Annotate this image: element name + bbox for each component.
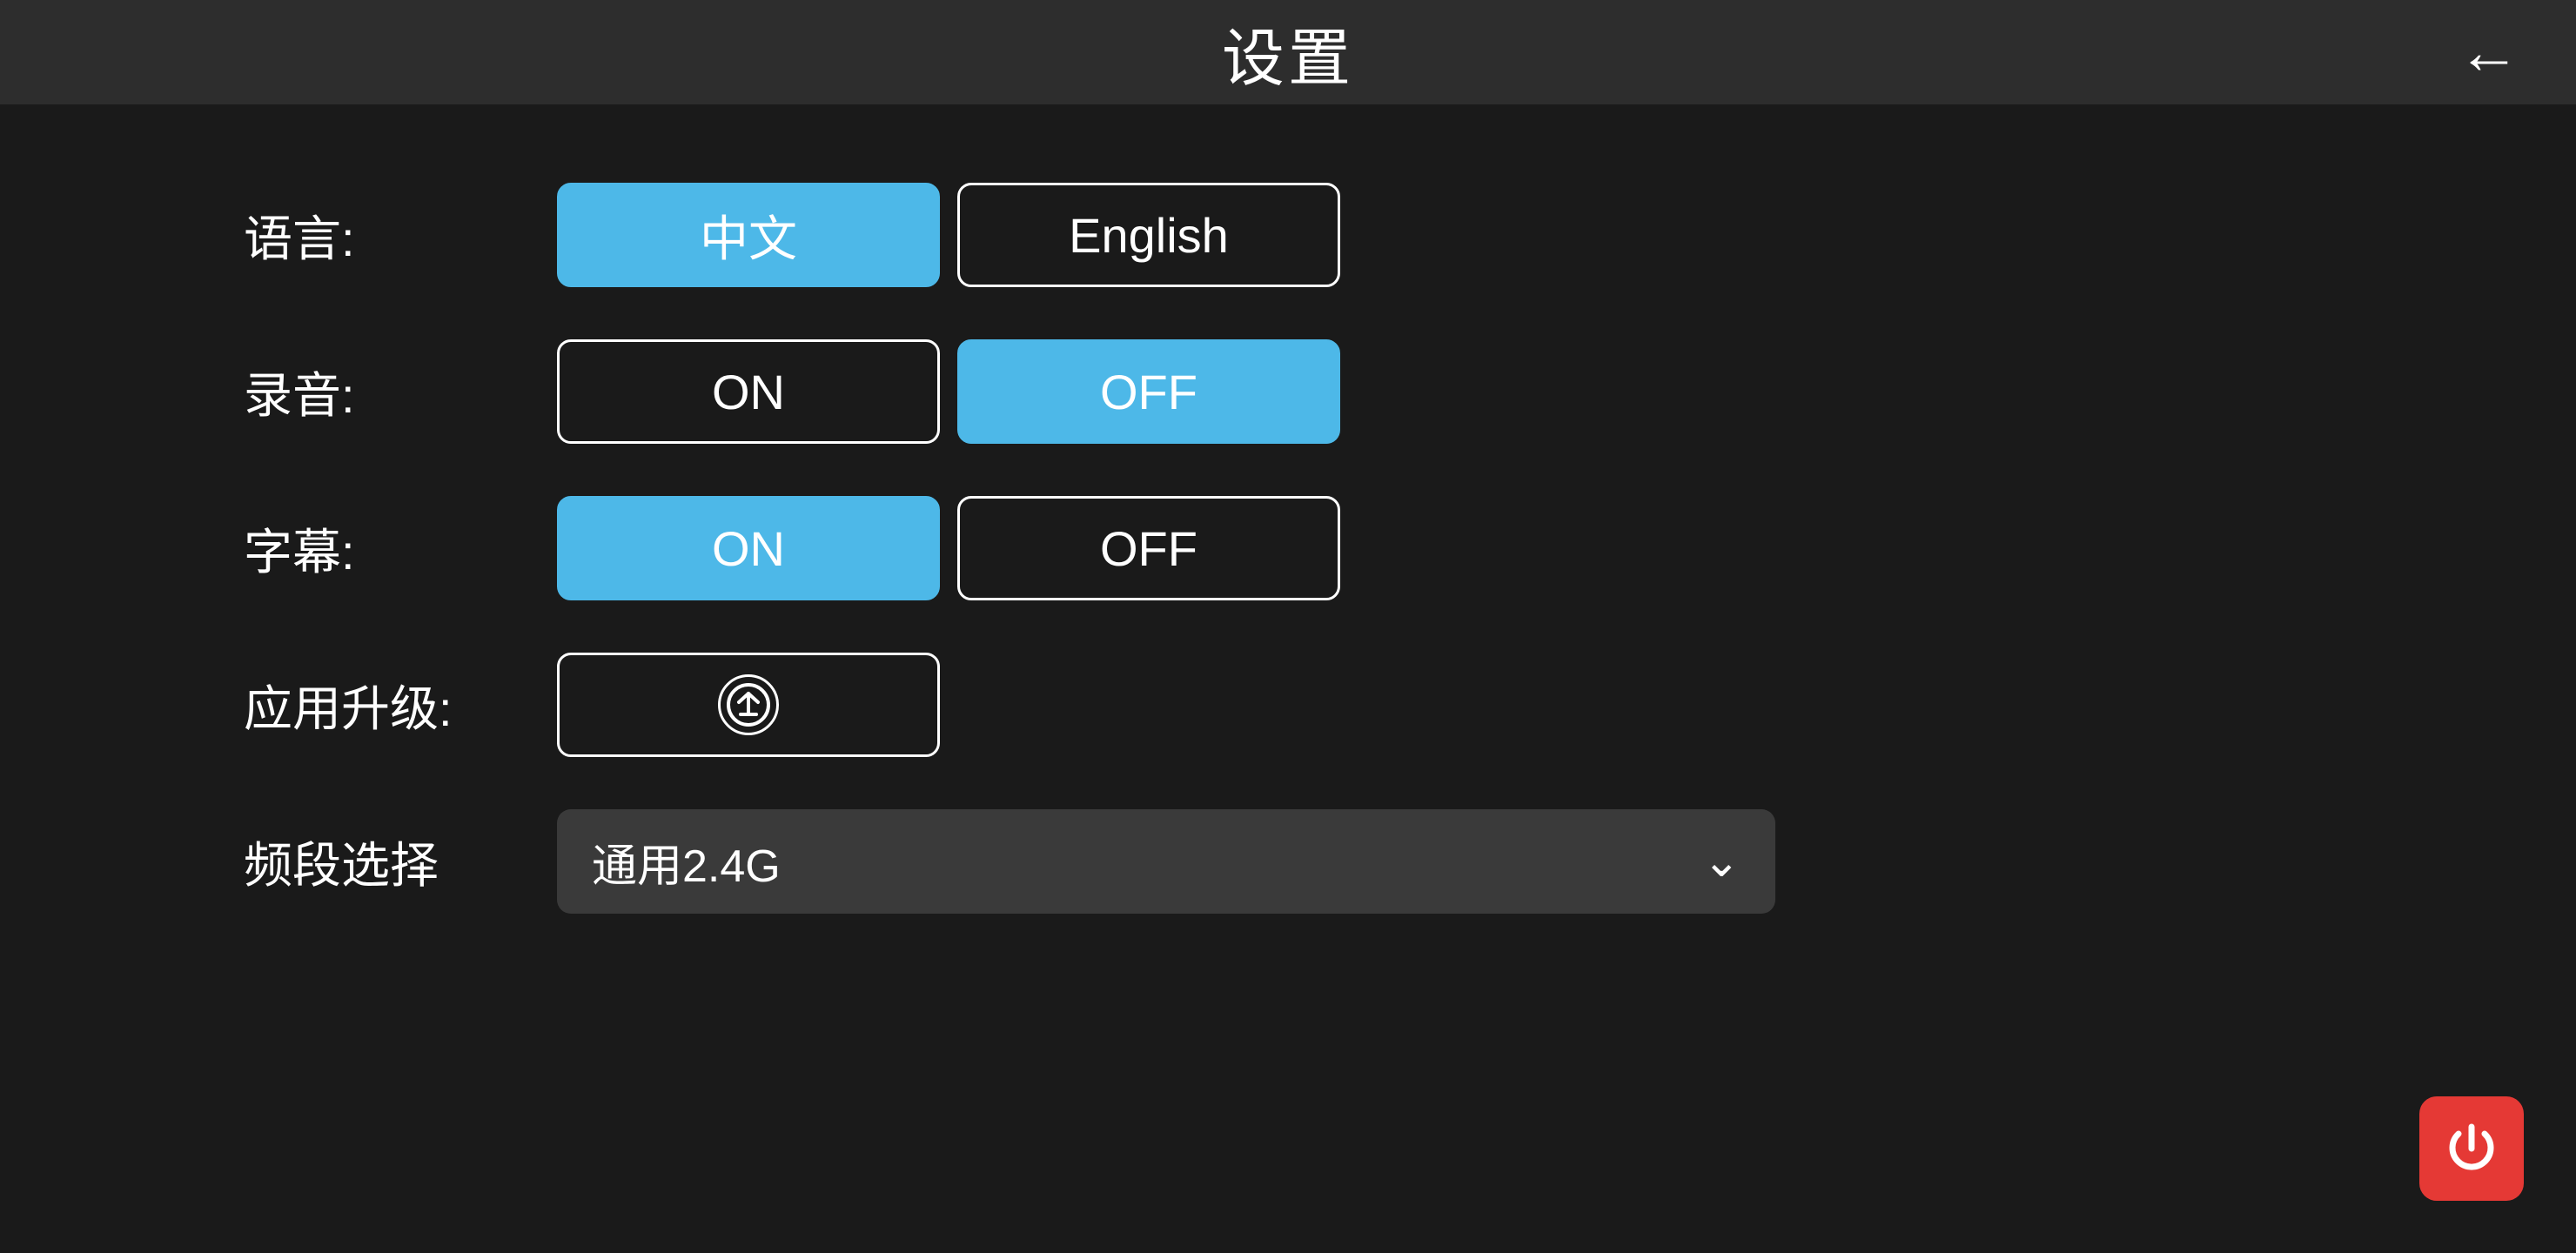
recording-button-group: ON OFF (557, 339, 1340, 444)
language-english-button[interactable]: English (957, 183, 1340, 287)
frequency-selected-value: 通用2.4G (592, 829, 781, 895)
back-arrow-icon: ← (2458, 17, 2520, 88)
language-button-group: 中文 English (557, 183, 1340, 287)
language-chinese-button[interactable]: 中文 (557, 183, 940, 287)
upgrade-button[interactable] (557, 653, 940, 757)
chevron-down-icon: ⌄ (1702, 835, 1741, 888)
frequency-label: 频段选择 (244, 827, 557, 897)
recording-on-button[interactable]: ON (557, 339, 940, 444)
recording-row: 录音: ON OFF (244, 313, 2576, 470)
page-title: 设置 (1222, 7, 1354, 98)
header: 设置 ← (0, 0, 2576, 104)
subtitle-row: 字幕: ON OFF (244, 470, 2576, 626)
frequency-dropdown[interactable]: 通用2.4G ⌄ (557, 809, 1775, 914)
upload-icon (718, 674, 779, 735)
subtitle-button-group: ON OFF (557, 496, 1340, 600)
subtitle-off-button[interactable]: OFF (957, 496, 1340, 600)
power-button[interactable] (2419, 1096, 2524, 1201)
power-icon (2441, 1118, 2502, 1179)
upgrade-row: 应用升级: (244, 626, 2576, 783)
frequency-row: 频段选择 通用2.4G ⌄ (244, 783, 2576, 940)
back-button[interactable]: ← (2454, 17, 2524, 87)
recording-off-button[interactable]: OFF (957, 339, 1340, 444)
subtitle-on-button[interactable]: ON (557, 496, 940, 600)
subtitle-label: 字幕: (244, 513, 557, 584)
language-row: 语言: 中文 English (244, 157, 2576, 313)
settings-content: 语言: 中文 English 录音: ON OFF 字幕: ON OFF 应用升… (0, 104, 2576, 992)
recording-label: 录音: (244, 357, 557, 427)
language-label: 语言: (244, 200, 557, 271)
upgrade-label: 应用升级: (244, 670, 557, 740)
